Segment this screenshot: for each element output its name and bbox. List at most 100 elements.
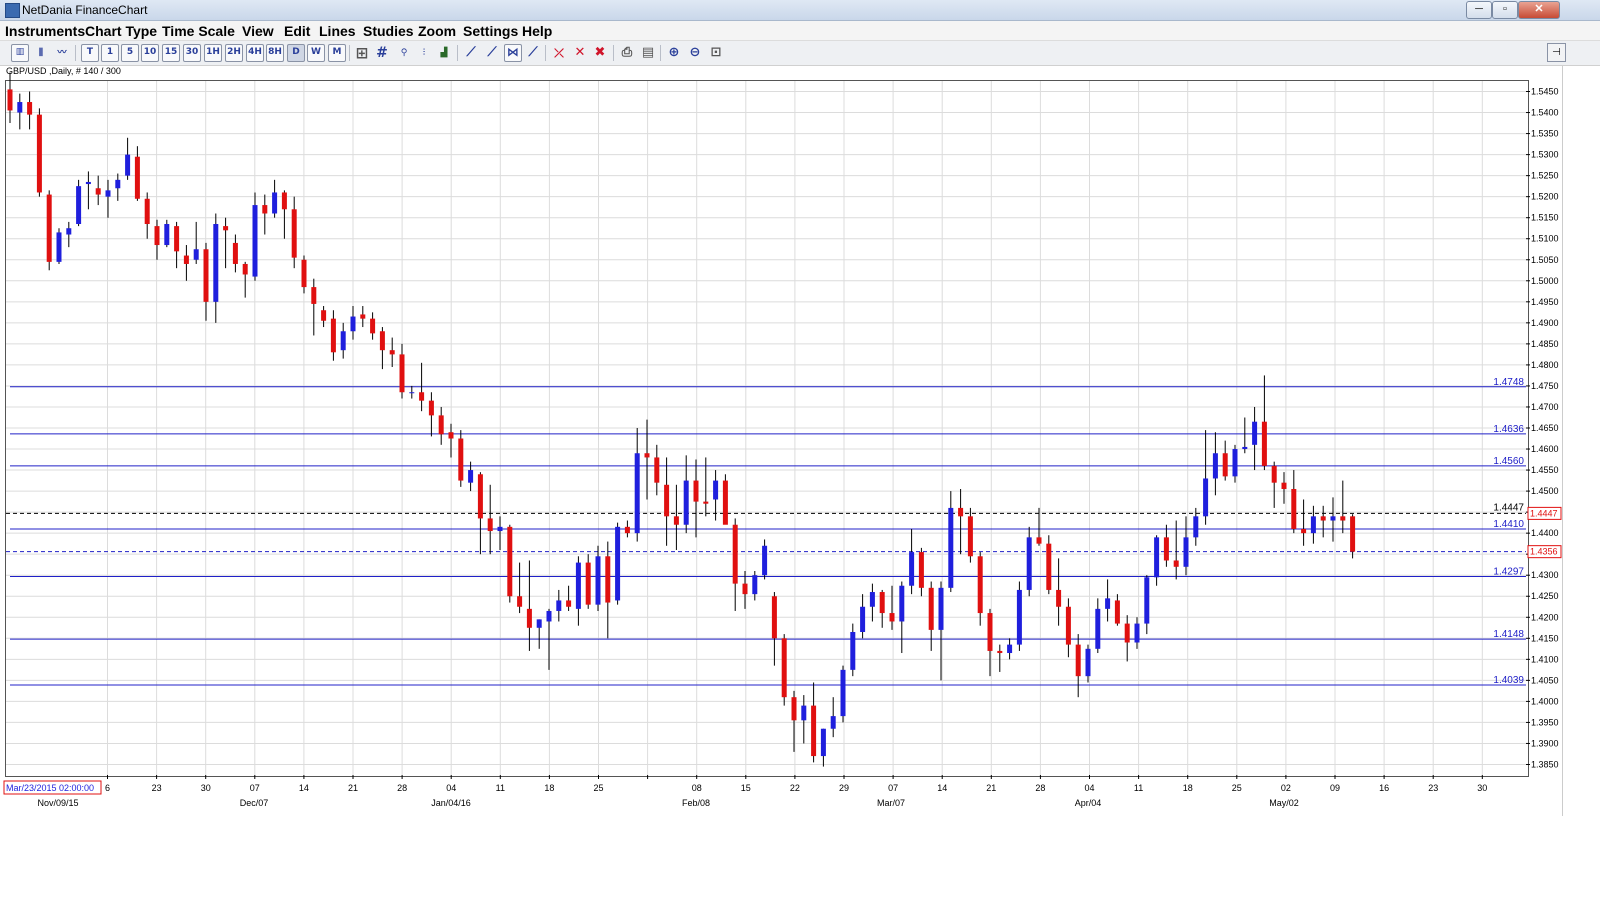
candle-body bbox=[36, 114, 42, 193]
x-major-label: Nov/09/15 bbox=[37, 798, 78, 808]
candle-body bbox=[85, 181, 91, 185]
y-tick-label: 1.4050 bbox=[1531, 675, 1559, 685]
x-tick-label: 22 bbox=[790, 783, 800, 793]
candle-body bbox=[595, 556, 601, 605]
candle-body bbox=[703, 501, 709, 504]
y-tick-label: 1.4750 bbox=[1531, 381, 1559, 391]
candle-body bbox=[732, 524, 738, 584]
candle-body bbox=[536, 619, 542, 628]
x-tick-label: 21 bbox=[986, 783, 996, 793]
candle-body bbox=[1173, 560, 1179, 567]
y-tick-label: 1.5250 bbox=[1531, 171, 1559, 181]
candle-body bbox=[909, 552, 915, 586]
candle-body bbox=[458, 438, 464, 481]
candle-body bbox=[683, 480, 689, 525]
candle-body bbox=[517, 596, 523, 607]
candle-body bbox=[1026, 537, 1032, 590]
candle-body bbox=[556, 600, 562, 611]
price-chart: 1.3850 1.3900 1.3950 1.4000 1.4050 1.4100 1.41… bbox=[3, 72, 1562, 808]
x-major-label: Mar/07 bbox=[877, 798, 905, 808]
candle-body bbox=[174, 226, 180, 252]
candle-body bbox=[1183, 537, 1189, 567]
candle-body bbox=[899, 585, 905, 622]
candle-body bbox=[987, 613, 993, 651]
candle-body bbox=[1320, 516, 1326, 521]
y-tick-label: 1.3900 bbox=[1531, 738, 1559, 748]
y-tick-label: 1.4250 bbox=[1531, 591, 1559, 601]
candle-body bbox=[958, 507, 964, 517]
candle-body bbox=[673, 516, 679, 525]
candle-body bbox=[918, 552, 924, 588]
candle-body bbox=[1016, 589, 1022, 645]
candle-body bbox=[664, 484, 670, 517]
x-major-label: Jan/04/16 bbox=[431, 798, 471, 808]
candle-body bbox=[634, 453, 640, 534]
candle-body bbox=[1350, 516, 1356, 552]
candle-body bbox=[1340, 516, 1346, 521]
x-major-label: Dec/07 bbox=[240, 798, 269, 808]
candle-body bbox=[477, 474, 483, 519]
candle-body bbox=[272, 192, 278, 214]
candle-body bbox=[948, 507, 954, 588]
candle-body bbox=[183, 255, 189, 264]
candle-body bbox=[350, 316, 356, 332]
x-tick-label: 07 bbox=[888, 783, 898, 793]
candle-body bbox=[1281, 482, 1287, 489]
candle-body bbox=[654, 457, 660, 483]
candle-body bbox=[507, 526, 513, 597]
candle-body bbox=[203, 249, 209, 302]
candle-body bbox=[321, 310, 327, 321]
x-tick-label: 23 bbox=[152, 783, 162, 793]
candle-body bbox=[722, 480, 728, 525]
candle-body bbox=[134, 156, 140, 199]
candle-body bbox=[428, 400, 434, 416]
candle-body bbox=[281, 192, 287, 210]
candle-body bbox=[7, 89, 13, 111]
y-tick-label: 1.5350 bbox=[1531, 129, 1559, 139]
candle-body bbox=[1007, 644, 1013, 654]
x-tick-label: 16 bbox=[1379, 783, 1389, 793]
candle-body bbox=[967, 516, 973, 557]
candle-body bbox=[889, 613, 895, 622]
candle-body bbox=[801, 705, 807, 721]
x-tick-label: 28 bbox=[1035, 783, 1045, 793]
candle-body bbox=[624, 526, 630, 534]
candle-body bbox=[340, 331, 346, 351]
candle-body bbox=[1114, 600, 1120, 624]
level-label: 1.4560 bbox=[1493, 456, 1524, 467]
x-tick-label: 18 bbox=[1183, 783, 1193, 793]
candle-body bbox=[1252, 421, 1258, 445]
candle-body bbox=[879, 592, 885, 614]
candle-body bbox=[811, 705, 817, 757]
x-tick-label: 6 bbox=[105, 783, 110, 793]
candle-body bbox=[1095, 608, 1101, 649]
candle-body bbox=[771, 596, 777, 639]
candle-body bbox=[370, 318, 376, 334]
candle-body bbox=[762, 545, 768, 576]
candle-body bbox=[291, 209, 297, 258]
candle-body bbox=[566, 600, 572, 607]
x-tick-label: 11 bbox=[496, 783, 505, 793]
candle-body bbox=[1301, 528, 1307, 534]
candle-body bbox=[330, 318, 336, 353]
y-tick-label: 1.5100 bbox=[1531, 234, 1559, 244]
y-tick-label: 1.4400 bbox=[1531, 528, 1559, 538]
candle-body bbox=[399, 354, 405, 393]
candle-body bbox=[1046, 543, 1052, 590]
candle-body bbox=[1330, 516, 1336, 521]
y-tick-label: 1.4200 bbox=[1531, 612, 1559, 622]
x-major-label: May/02 bbox=[1269, 798, 1299, 808]
crosshair-date-label: Mar/23/2015 02:00:00 bbox=[6, 783, 94, 793]
candle-body bbox=[1271, 465, 1277, 483]
y-tick-label: 1.4600 bbox=[1531, 444, 1559, 454]
y-tick-label: 1.5000 bbox=[1531, 276, 1559, 286]
candle-body bbox=[379, 331, 385, 351]
candle-body bbox=[1163, 537, 1169, 561]
candle-body bbox=[1154, 537, 1160, 578]
candle-body bbox=[95, 188, 101, 195]
x-tick-label: 04 bbox=[446, 783, 456, 793]
y-tick-label: 1.3850 bbox=[1531, 759, 1559, 769]
candle-body bbox=[46, 194, 52, 262]
candle-body bbox=[223, 226, 229, 231]
x-tick-label: 14 bbox=[937, 783, 947, 793]
